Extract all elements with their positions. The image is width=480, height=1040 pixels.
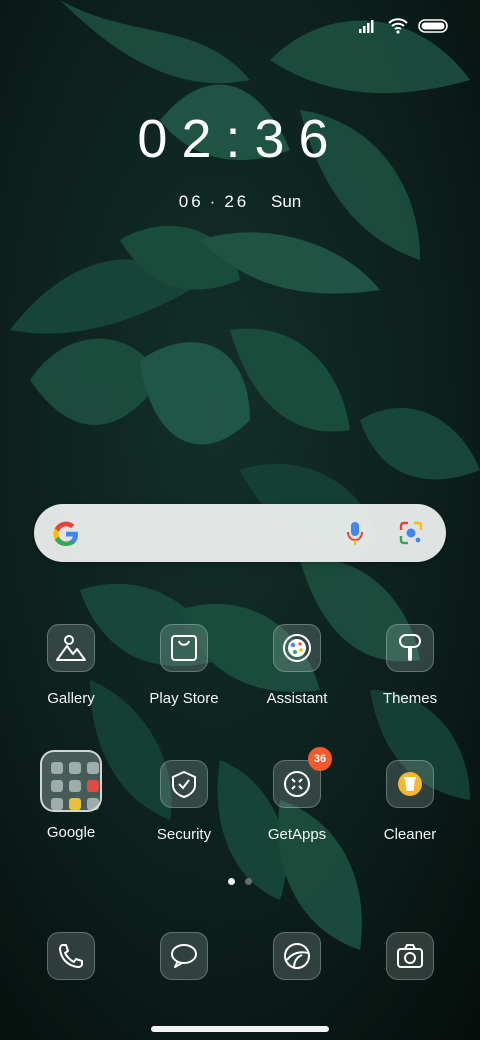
folder-mini-icon [69,762,81,774]
security-icon [160,760,208,808]
home-gesture-bar[interactable] [151,1026,329,1032]
folder-mini-icon [51,798,63,810]
page-dot-active [228,878,235,885]
folder-mini-icon [87,762,99,774]
app-label: Google [46,824,96,841]
notification-badge: 36 [308,747,332,771]
phone-icon [47,932,95,980]
date-month: 06 [178,192,204,211]
date-day: 26 [224,192,250,211]
messages-icon [160,932,208,980]
microphone-icon[interactable] [340,518,370,548]
folder-mini-icon [69,780,81,792]
folder-mini-icon [51,780,63,792]
app-gallery[interactable]: Gallery [15,624,127,707]
app-getapps[interactable]: 36 GetApps [241,747,353,843]
app-label: Security [156,826,212,843]
assistant-icon [273,624,321,672]
app-label: Cleaner [383,826,437,843]
themes-icon [386,624,434,672]
google-g-icon [48,516,84,552]
folder-mini-icon [69,798,81,810]
google-search-bar[interactable] [34,504,446,562]
camera-icon [386,932,434,980]
app-themes[interactable]: Themes [354,624,466,707]
folder-mini-icon [51,762,63,774]
page-indicator [0,878,480,885]
lockscreen-clock: 02:36 [137,109,343,169]
dock-camera[interactable] [354,932,466,980]
wifi-icon [388,17,408,39]
dock-browser[interactable] [241,932,353,980]
app-label: GetApps [267,826,327,843]
battery-icon [418,18,450,39]
gallery-icon [47,624,95,672]
google-lens-icon[interactable] [396,518,426,548]
folder-mini-icon [87,780,99,792]
signal-bars-icon [358,18,378,39]
app-play-store[interactable]: Play Store [128,624,240,707]
page-dot [245,878,252,885]
date-separator: · [209,192,219,211]
app-folder-google[interactable]: Google [15,750,127,841]
app-label: Themes [382,690,438,707]
dock-phone[interactable] [15,932,127,980]
browser-icon [273,932,321,980]
app-label: Gallery [47,690,95,707]
app-assistant[interactable]: Assistant [241,624,353,707]
lockscreen-date: 06 · 26 Sun [0,192,480,212]
app-security[interactable]: Security [128,760,240,843]
date-weekday: Sun [271,192,302,211]
app-label: Play Store [149,690,219,707]
getapps-icon: 36 [273,747,332,808]
folder-icon [40,750,102,812]
play-store-icon [160,624,208,672]
app-cleaner[interactable]: Cleaner [354,760,466,843]
status-bar [358,14,450,42]
cleaner-icon [386,760,434,808]
folder-mini-icon [87,798,99,810]
app-label: Assistant [266,690,328,707]
dock-messages[interactable] [128,932,240,980]
